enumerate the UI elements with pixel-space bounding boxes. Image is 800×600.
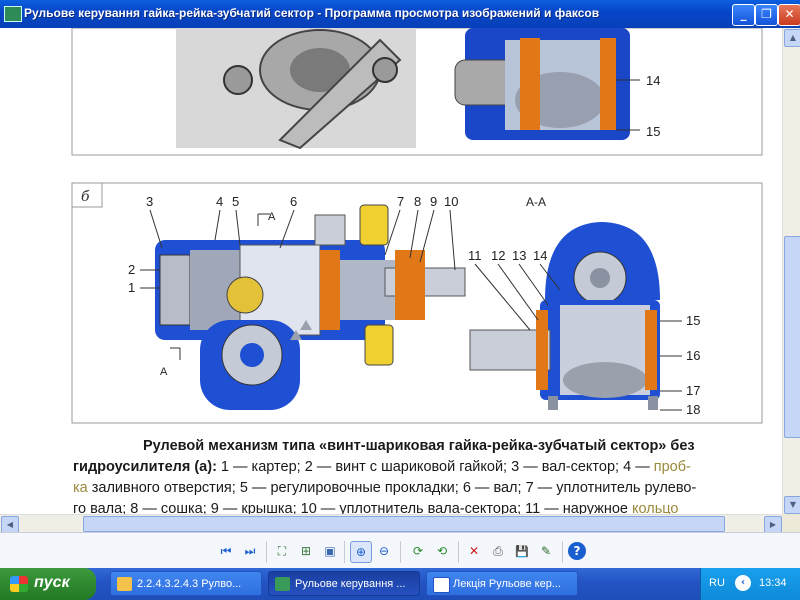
next-image-button[interactable]: ⏭: [240, 541, 260, 561]
zoom-in-icon: ⊕: [355, 545, 367, 559]
slideshow-icon: ▣: [324, 544, 336, 558]
vertical-scrollbar[interactable]: ▲ ▼: [782, 28, 800, 514]
start-label: пуск: [34, 574, 70, 591]
callout-11: 11: [468, 248, 482, 263]
delete-button[interactable]: ✕: [464, 541, 484, 561]
image-viewer-icon: [275, 577, 290, 591]
scroll-up-button[interactable]: ▲: [784, 29, 800, 47]
zoom-out-icon: ⊖: [378, 544, 390, 558]
caption-line2: гидроусилителя (а): 1 — картер; 2 — винт…: [73, 459, 691, 475]
technical-drawing: 14 15 б 3 4 5 6 7 8 9 10 2 1 А А А-А 11 …: [71, 28, 763, 514]
actual-size-button[interactable]: ⊞: [296, 541, 316, 561]
callout-8: 8: [414, 194, 421, 209]
section-label: А-А: [526, 195, 546, 209]
vertical-scroll-thumb[interactable]: [784, 236, 800, 438]
callout-3: 3: [146, 194, 153, 209]
toolbar-separator: [458, 541, 459, 563]
taskbar: пуск 2.2.4.3.2.4.3 Рулво... Рульове керу…: [0, 568, 800, 600]
scrollbar-corner: [782, 514, 800, 532]
title-bar[interactable]: Рульове керування гайка-рейка-зубчатий с…: [0, 0, 800, 28]
callout-12: 12: [491, 248, 505, 263]
scroll-right-button[interactable]: ▶: [764, 516, 782, 533]
taskbar-item-label: Рульове керування ...: [295, 578, 406, 590]
best-fit-button[interactable]: ⛶: [272, 541, 292, 561]
callout-top-15: 15: [646, 124, 660, 139]
best-fit-icon: ⛶: [277, 544, 287, 558]
callout-7: 7: [397, 194, 404, 209]
toolbar-separator: [266, 541, 267, 563]
save-button[interactable]: 💾: [512, 541, 532, 561]
help-icon: ?: [573, 544, 581, 558]
slideshow-button[interactable]: ▣: [320, 541, 340, 561]
rotate-counterclockwise-icon: ⟲: [436, 544, 448, 558]
horizontal-scroll-thumb[interactable]: [83, 516, 725, 532]
toolbar-separator: [400, 541, 401, 563]
actual-size-icon: ⊞: [300, 544, 312, 558]
caption-line1: Рулевой механизм типа «винт-шариковая га…: [143, 438, 695, 454]
taskbar-item-word[interactable]: Лекція Рульове кер...: [426, 571, 578, 596]
top-left-mechanism: [176, 28, 416, 150]
image-viewport[interactable]: 14 15 б 3 4 5 6 7 8 9 10 2 1 А А А-А 11 …: [0, 28, 782, 514]
callout-9: 9: [430, 194, 437, 209]
callout-15: 15: [686, 313, 700, 328]
callout-16: 16: [686, 348, 700, 363]
edit-button[interactable]: ✎: [536, 541, 556, 561]
zoom-in-button[interactable]: ⊕: [350, 541, 372, 563]
callout-14: 14: [533, 248, 547, 263]
rotate-clockwise-icon: ⟳: [412, 544, 424, 558]
section-mark-top: А: [268, 211, 276, 223]
taskbar-item-folder[interactable]: 2.2.4.3.2.4.3 Рулво...: [110, 571, 262, 596]
viewer-toolbar: ⏮ ⏭ ⛶ ⊞ ▣ ⊕ ⊖ ⟳ ⟲ ✕ ⎙ 💾 ✎ ?: [0, 532, 800, 569]
rotate-clockwise-button[interactable]: ⟳: [408, 541, 428, 561]
print-button[interactable]: ⎙: [488, 541, 508, 561]
zoom-out-button[interactable]: ⊖: [374, 541, 394, 561]
start-button[interactable]: пуск: [0, 568, 96, 600]
scroll-left-button[interactable]: ◀: [1, 516, 19, 533]
callout-17: 17: [686, 383, 700, 398]
folder-icon: [117, 577, 132, 591]
callout-6: 6: [290, 194, 297, 209]
callout-top-14: 14: [646, 73, 660, 88]
save-icon: 💾: [515, 545, 529, 558]
toolbar-separator: [562, 541, 563, 563]
taskbar-item-image-viewer[interactable]: Рульове керування ...: [268, 571, 420, 596]
minimize-button[interactable]: _: [732, 4, 755, 26]
clock[interactable]: 13:34: [759, 577, 787, 589]
horizontal-scrollbar[interactable]: ◀ ▶: [0, 514, 782, 533]
panel-label: б: [81, 189, 90, 205]
windows-logo-icon: [10, 576, 28, 592]
show-hidden-icons-icon[interactable]: ‹: [735, 575, 751, 591]
callout-13: 13: [512, 248, 526, 263]
callout-1: 1: [128, 280, 135, 295]
previous-image-button[interactable]: ⏮: [216, 541, 236, 561]
app-icon[interactable]: [4, 6, 22, 22]
callout-5: 5: [232, 194, 239, 209]
toolbar-separator: [344, 541, 345, 563]
callout-10: 10: [444, 194, 458, 209]
window-title: Рульове керування гайка-рейка-зубчатий с…: [24, 6, 600, 20]
caption-line3: ка заливного отверстия; 5 — регулировочн…: [73, 480, 696, 496]
language-indicator[interactable]: RU: [709, 577, 725, 589]
delete-icon: ✕: [468, 544, 480, 558]
callout-2: 2: [128, 262, 135, 277]
close-button[interactable]: ✕: [778, 4, 800, 26]
rotate-counterclockwise-button[interactable]: ⟲: [432, 541, 452, 561]
section-mark-bottom: А: [160, 366, 168, 378]
previous-image-icon: ⏮: [220, 544, 232, 558]
edit-icon: ✎: [540, 544, 552, 558]
callout-4: 4: [216, 194, 223, 209]
word-document-icon: [433, 577, 450, 593]
scroll-down-button[interactable]: ▼: [784, 496, 800, 514]
taskbar-item-label: 2.2.4.3.2.4.3 Рулво...: [137, 578, 242, 590]
print-icon: ⎙: [493, 544, 503, 558]
restore-button[interactable]: ❐: [755, 4, 778, 26]
caption-line4: го вала; 8 — сошка; 9 — крышка; 10 — упл…: [73, 501, 679, 514]
system-tray: RU ‹ 13:34: [700, 568, 800, 600]
taskbar-item-label: Лекція Рульове кер...: [453, 578, 562, 590]
callout-18: 18: [686, 402, 700, 417]
help-button[interactable]: ?: [568, 542, 586, 560]
top-right-mechanism: [454, 28, 630, 140]
next-image-icon: ⏭: [244, 544, 256, 558]
